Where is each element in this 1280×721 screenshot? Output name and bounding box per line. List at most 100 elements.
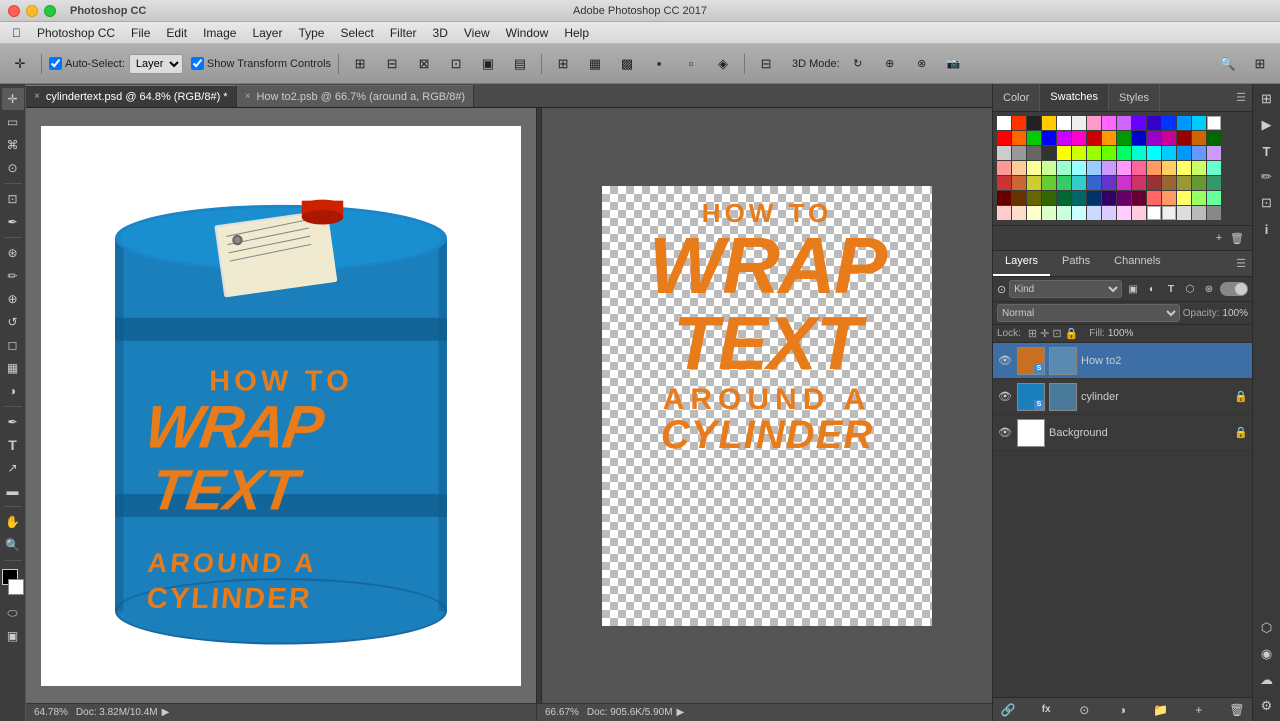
smart-filter[interactable]: ⊛ [1201,281,1217,297]
swatch[interactable] [1162,131,1176,145]
tab-cylindertext[interactable]: × cylindertext.psd @ 64.8% (RGB/8#) * [26,85,237,107]
marquee-tool[interactable]: ▭ [2,111,24,133]
menu-image[interactable]: Image [195,24,244,42]
swatch[interactable] [1012,176,1026,190]
swatch[interactable] [1147,206,1161,220]
delete-swatch-button[interactable]: 🗑 [1228,229,1246,247]
distribute-left-button[interactable]: ⊞ [549,50,577,78]
layer-visibility-background[interactable]: 👁 [997,425,1013,441]
menu-filter[interactable]: Filter [382,24,425,42]
swatch[interactable] [1057,116,1071,130]
tab-howto2[interactable]: × How to2.psb @ 66.7% (around a, RGB/8#) [237,85,475,107]
shapes-icon[interactable]: ◉ [1256,643,1278,665]
quick-mask-button[interactable]: ⬭ [2,602,24,624]
show-transform-input[interactable] [191,57,204,70]
distribute-right-button[interactable]: ▩ [613,50,641,78]
swatch[interactable] [1192,191,1206,205]
distribute-center-v-button[interactable]: ▫ [677,50,705,78]
swatch[interactable] [1087,131,1101,145]
swatch[interactable] [1162,176,1176,190]
swatch[interactable] [1117,176,1131,190]
menu-3d[interactable]: 3D [425,24,456,42]
lock-position-icon[interactable]: ✛ [1040,327,1049,340]
swatch[interactable] [1072,206,1086,220]
swatch[interactable] [1117,131,1131,145]
swatch[interactable] [1072,191,1086,205]
properties-icon[interactable]: ⊞ [1256,88,1278,110]
distribute-top-button[interactable]: ▪ [645,50,673,78]
menu-photoshop[interactable]: Photoshop CC [29,24,123,42]
tab-close-right[interactable]: × [245,91,251,102]
swatch[interactable] [1117,161,1131,175]
eraser-tool[interactable]: ◻ [2,334,24,356]
lasso-tool[interactable]: ⌘ [2,134,24,156]
swatch[interactable] [1102,146,1116,160]
lock-pixels-icon[interactable]: ⊞ [1028,327,1037,340]
swatch[interactable] [1147,116,1161,130]
tab-channels[interactable]: Channels [1102,251,1172,276]
pen-tool[interactable]: ✒ [2,411,24,433]
layers-panel-menu[interactable]: ☰ [1230,257,1252,270]
swatch[interactable] [1072,161,1086,175]
swatch[interactable] [1072,146,1086,160]
align-center-v-button[interactable]: ▣ [474,50,502,78]
swatch[interactable] [1057,176,1071,190]
text-tool[interactable]: T [2,434,24,456]
menu-select[interactable]: Select [332,24,381,42]
blend-mode-select[interactable]: Normal [997,304,1180,322]
type-icon[interactable]: T [1256,140,1278,162]
swatch[interactable] [1177,161,1191,175]
new-group-button[interactable]: 📁 [1152,701,1170,719]
swatch[interactable] [1207,206,1221,220]
3d-pan-button[interactable]: ⊕ [876,50,904,78]
swatch[interactable] [1042,116,1056,130]
layer-item-howto2[interactable]: 👁 S How to2 [993,343,1252,379]
swatch[interactable] [1027,146,1041,160]
show-transform-checkbox[interactable]: Show Transform Controls [191,57,331,70]
swatch[interactable] [1132,116,1146,130]
swatch[interactable] [1147,176,1161,190]
swatch[interactable] [1057,206,1071,220]
lock-artboard-icon[interactable]: ⊡ [1052,327,1061,340]
swatch[interactable] [1072,116,1086,130]
swatch[interactable] [1117,206,1131,220]
swatch[interactable] [1207,176,1221,190]
swatch[interactable] [997,146,1011,160]
eyedropper-tool[interactable]: ✒ [2,211,24,233]
swatch[interactable] [997,206,1011,220]
fx-button[interactable]: fx [1037,701,1055,719]
minimize-button[interactable] [26,5,38,17]
swatch[interactable] [1132,191,1146,205]
3d-rotate-button[interactable]: ↻ [844,50,872,78]
dodge-tool[interactable]: ◑ [2,380,24,402]
stamp-tool[interactable]: ⊕ [2,288,24,310]
swatch[interactable] [1087,116,1101,130]
play-icon[interactable]: ▶ [1256,114,1278,136]
menu-layer[interactable]: Layer [244,24,290,42]
swatch[interactable] [1192,146,1206,160]
layer-select[interactable]: Layer [129,54,183,74]
auto-select-checkbox[interactable]: Auto-Select: [49,57,125,70]
swatch[interactable] [1087,176,1101,190]
swatch[interactable] [1027,206,1041,220]
tab-paths[interactable]: Paths [1050,251,1102,276]
add-mask-button[interactable]: ⊙ [1075,701,1093,719]
swatch[interactable] [1027,131,1041,145]
swatch[interactable] [1057,146,1071,160]
swatch[interactable] [1117,146,1131,160]
arrow-right[interactable]: ▶ [677,707,685,718]
spot-heal-tool[interactable]: ⊛ [2,242,24,264]
swatch[interactable] [1177,176,1191,190]
swatch[interactable] [1042,161,1056,175]
menu-view[interactable]: View [456,24,498,42]
swatch[interactable] [1192,206,1206,220]
delete-layer-button[interactable]: 🗑 [1228,701,1246,719]
workspace-button[interactable]: ⊞ [1246,50,1274,78]
swatch[interactable] [1102,161,1116,175]
swatch[interactable] [1012,206,1026,220]
brush-preset-icon[interactable]: ✏ [1256,166,1278,188]
3d-view-icon[interactable]: ⬡ [1256,617,1278,639]
extra-button[interactable]: ⊟ [752,50,780,78]
swatch[interactable] [1042,206,1056,220]
layer-visibility-howto2[interactable]: 👁 [997,353,1013,369]
